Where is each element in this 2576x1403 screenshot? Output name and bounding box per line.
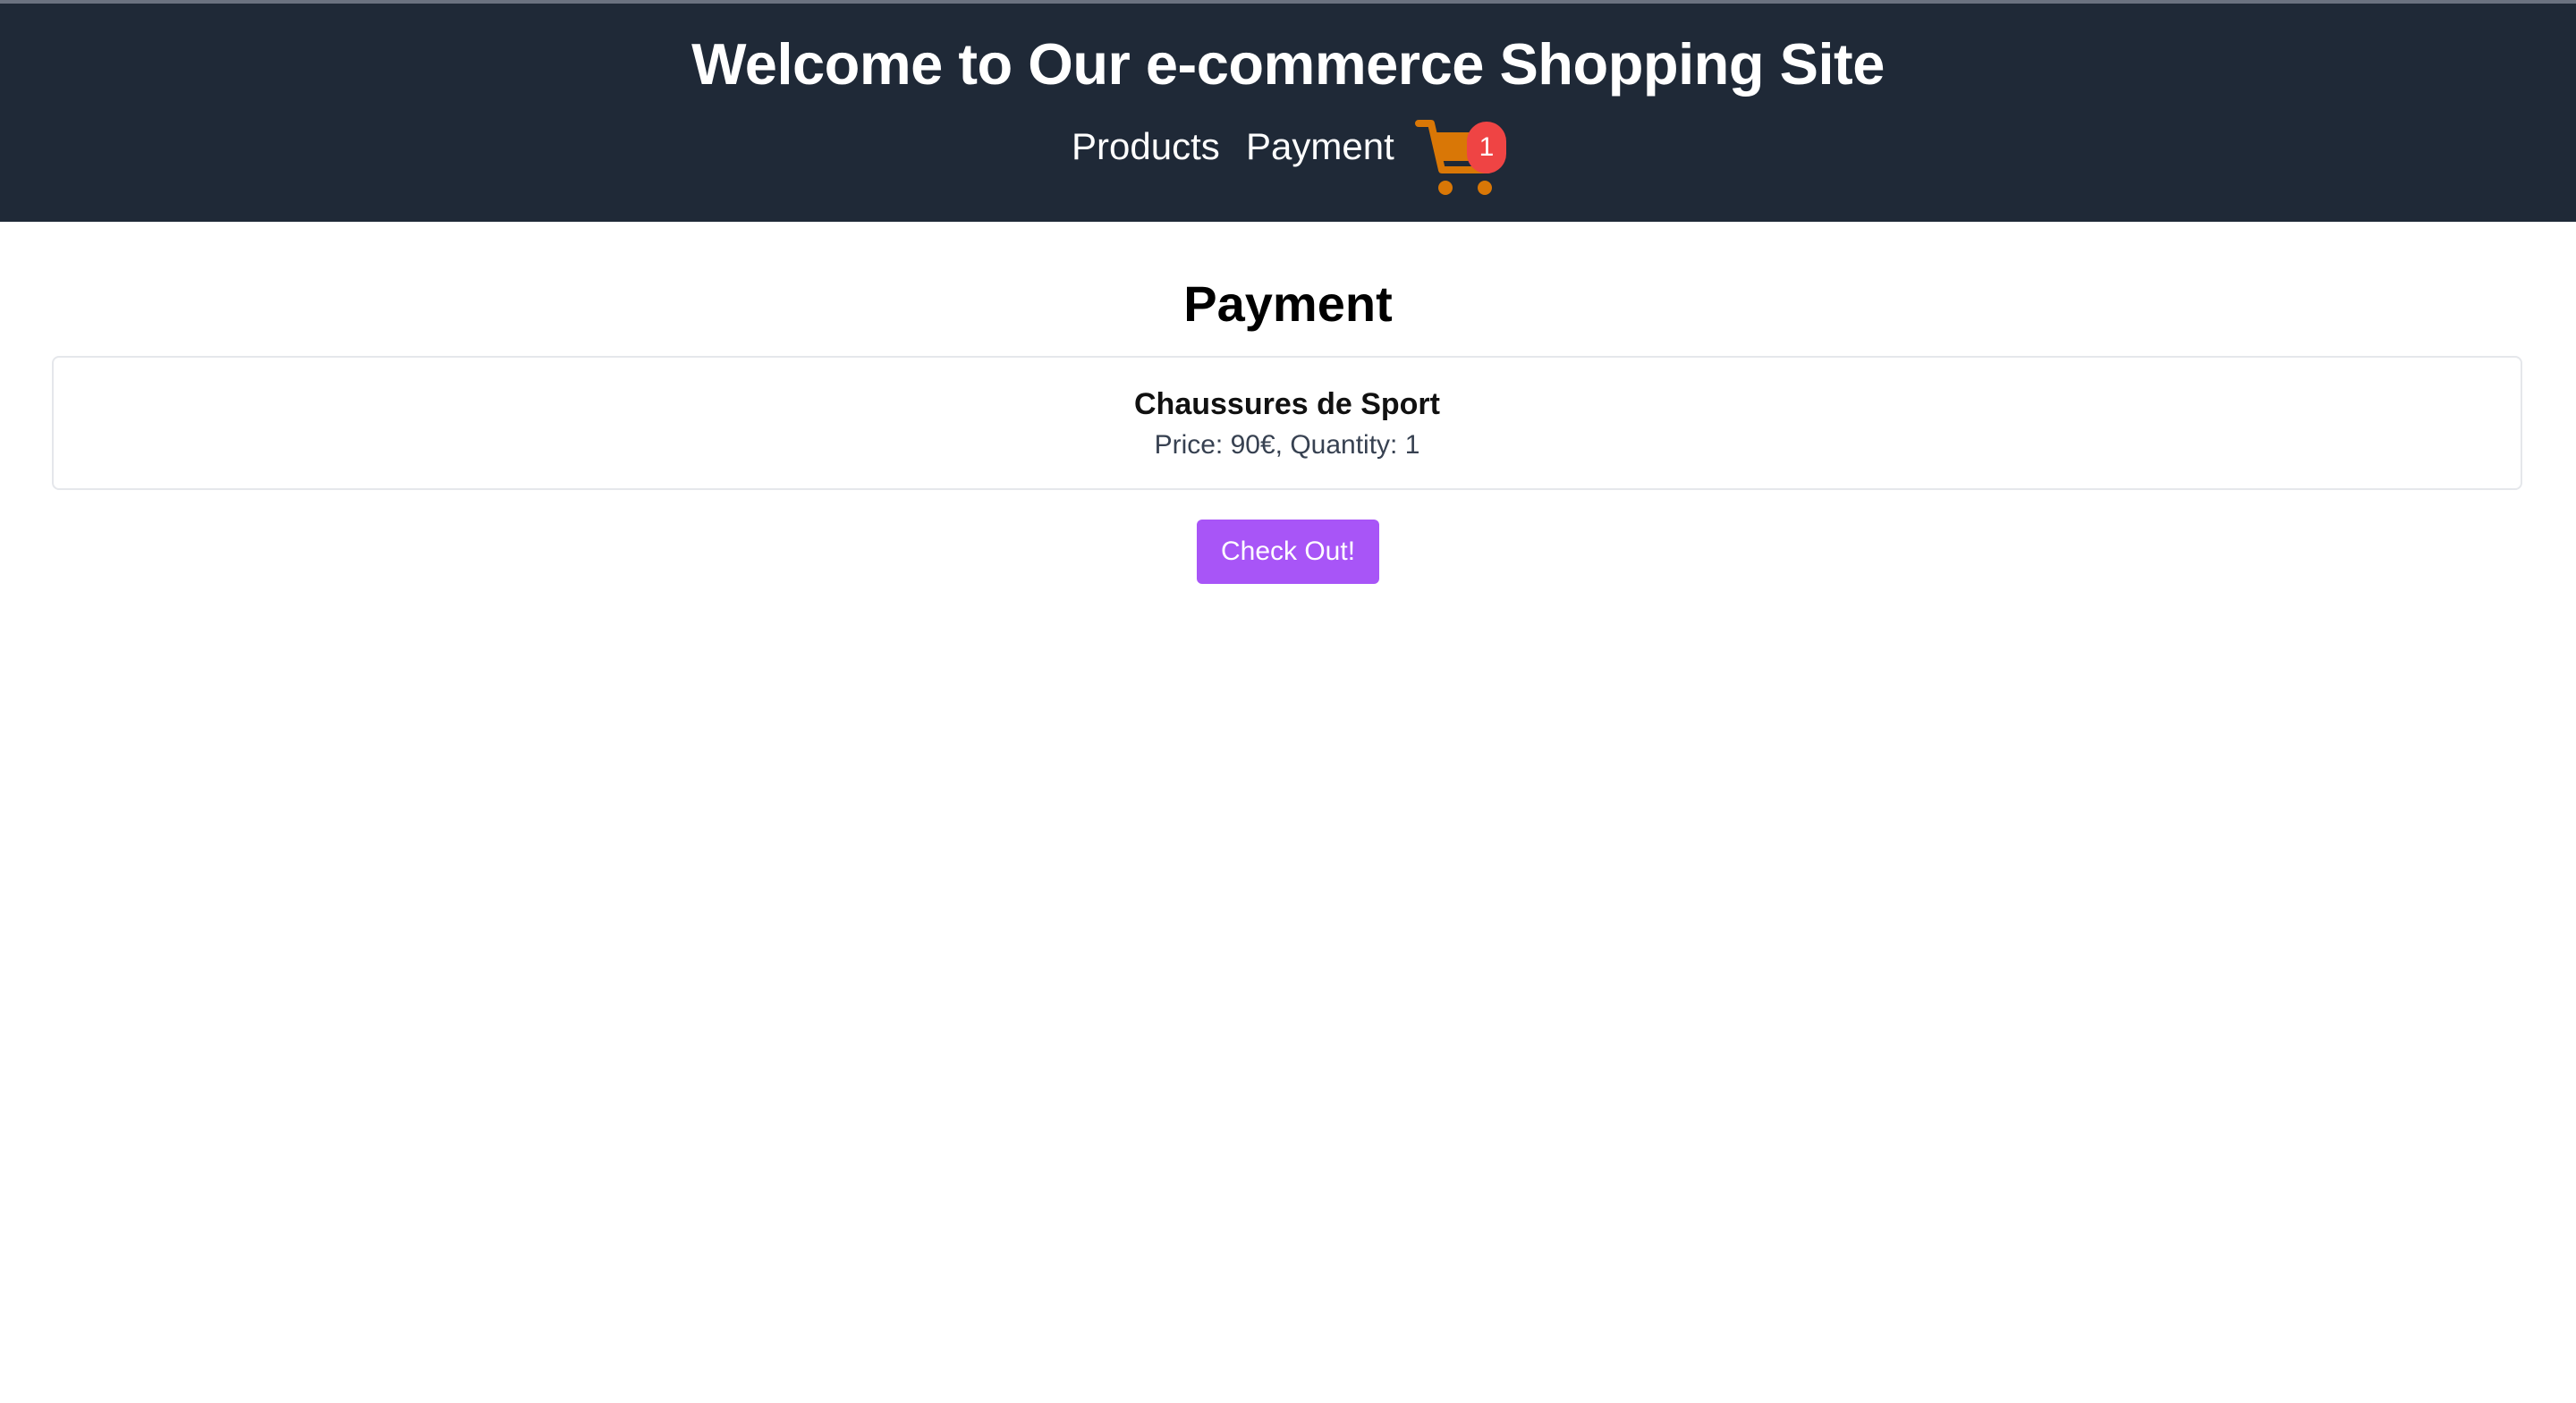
checkout-button[interactable]: Check Out! (1197, 520, 1379, 584)
site-title: Welcome to Our e-commerce Shopping Site (691, 31, 1885, 97)
cart-item-card: Chaussures de Sport Price: 90€, Quantity… (52, 356, 2522, 490)
nav-link-products[interactable]: Products (1072, 122, 1220, 172)
item-price-quantity: Price: 90€, Quantity: 1 (1154, 430, 1420, 460)
cart-button[interactable]: 1 (1415, 114, 1512, 200)
site-header: Welcome to Our e-commerce Shopping Site … (0, 4, 2576, 222)
main-nav: Products Payment 1 (0, 114, 2576, 204)
nav-link-payment[interactable]: Payment (1246, 122, 1394, 172)
item-name: Chaussures de Sport (1134, 387, 1440, 421)
page-title: Payment (1183, 275, 1393, 332)
cart-count-badge: 1 (1467, 122, 1506, 173)
